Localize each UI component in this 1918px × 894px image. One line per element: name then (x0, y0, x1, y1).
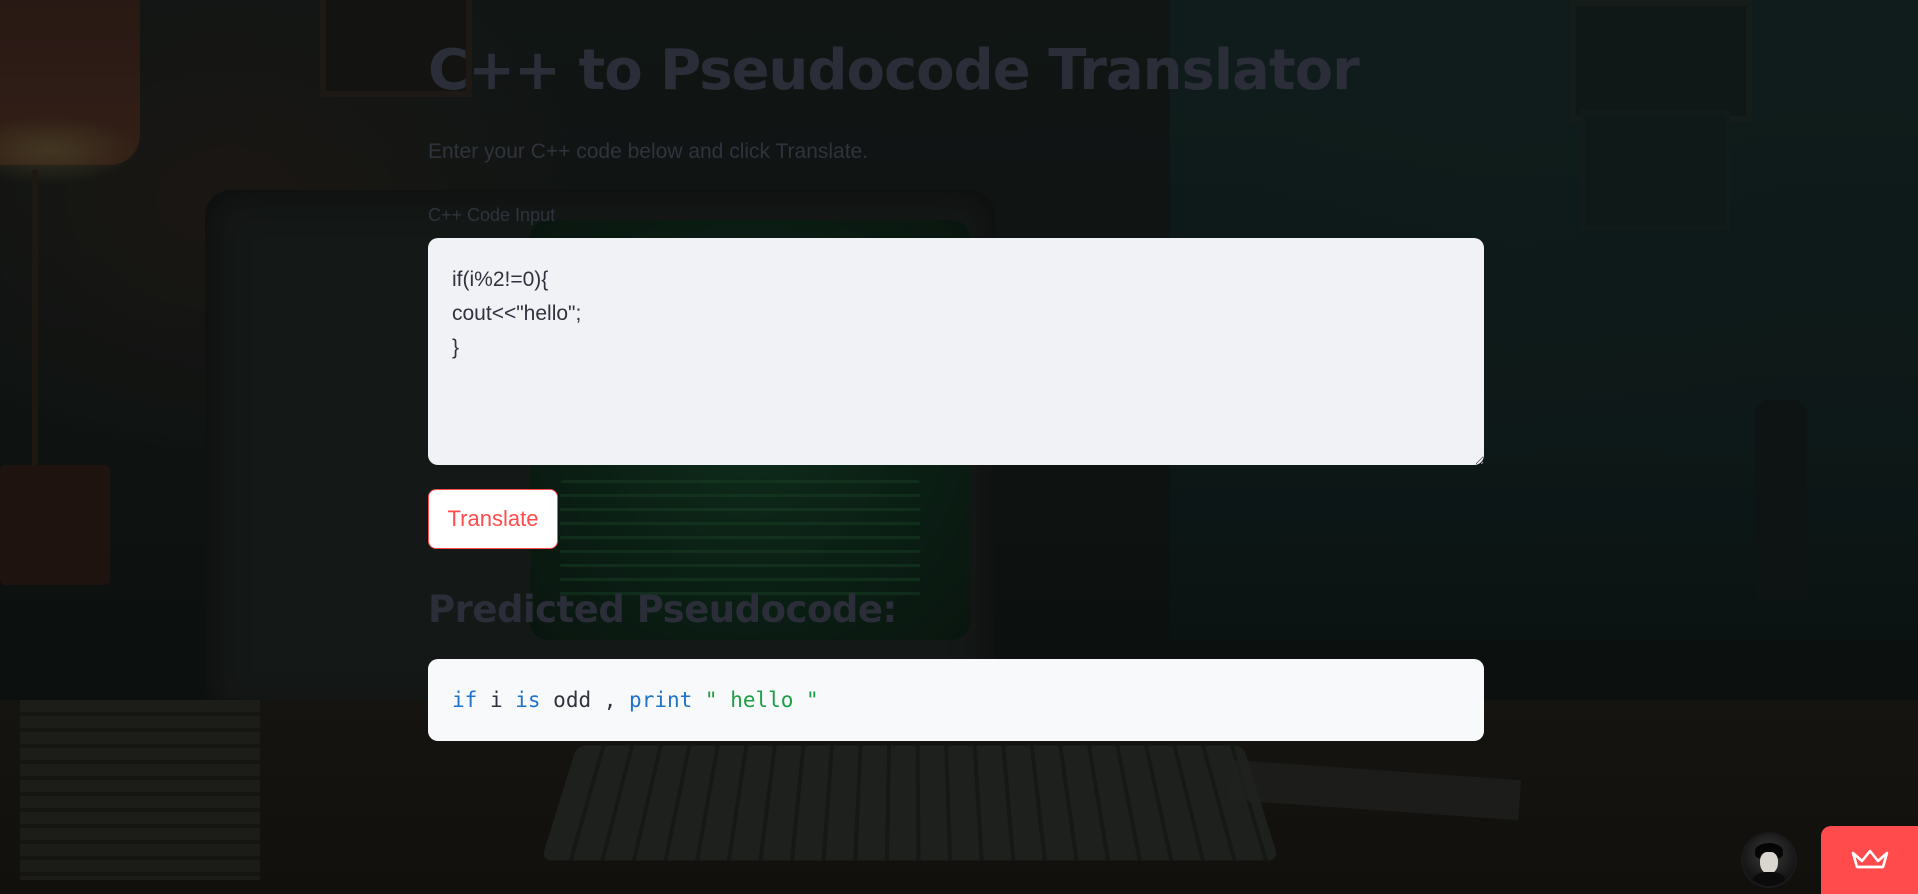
streamlit-badge-button[interactable] (1821, 826, 1918, 894)
code-token-keyword: print (629, 688, 692, 712)
user-avatar-icon[interactable] (1743, 834, 1795, 886)
code-input-label: C++ Code Input (428, 203, 555, 227)
code-token-keyword: if (452, 688, 477, 712)
code-token-text: odd , (541, 688, 630, 712)
result-heading: Predicted Pseudocode: (428, 586, 897, 634)
avatar-face (1760, 852, 1778, 874)
avatar-body (1753, 872, 1785, 886)
crown-icon (1850, 848, 1890, 872)
page-title: C++ to Pseudocode Translator (428, 36, 1359, 106)
cpp-code-input[interactable]: if(i%2!=0){ cout<<"hello"; } (428, 238, 1484, 465)
code-token-string: " hello " (692, 688, 818, 712)
code-token-text: i (477, 688, 515, 712)
pseudocode-output: if i is odd , print " hello " (428, 659, 1484, 741)
page-subtitle: Enter your C++ code below and click Tran… (428, 138, 868, 166)
translate-button[interactable]: Translate (428, 489, 558, 549)
code-token-keyword: is (515, 688, 540, 712)
